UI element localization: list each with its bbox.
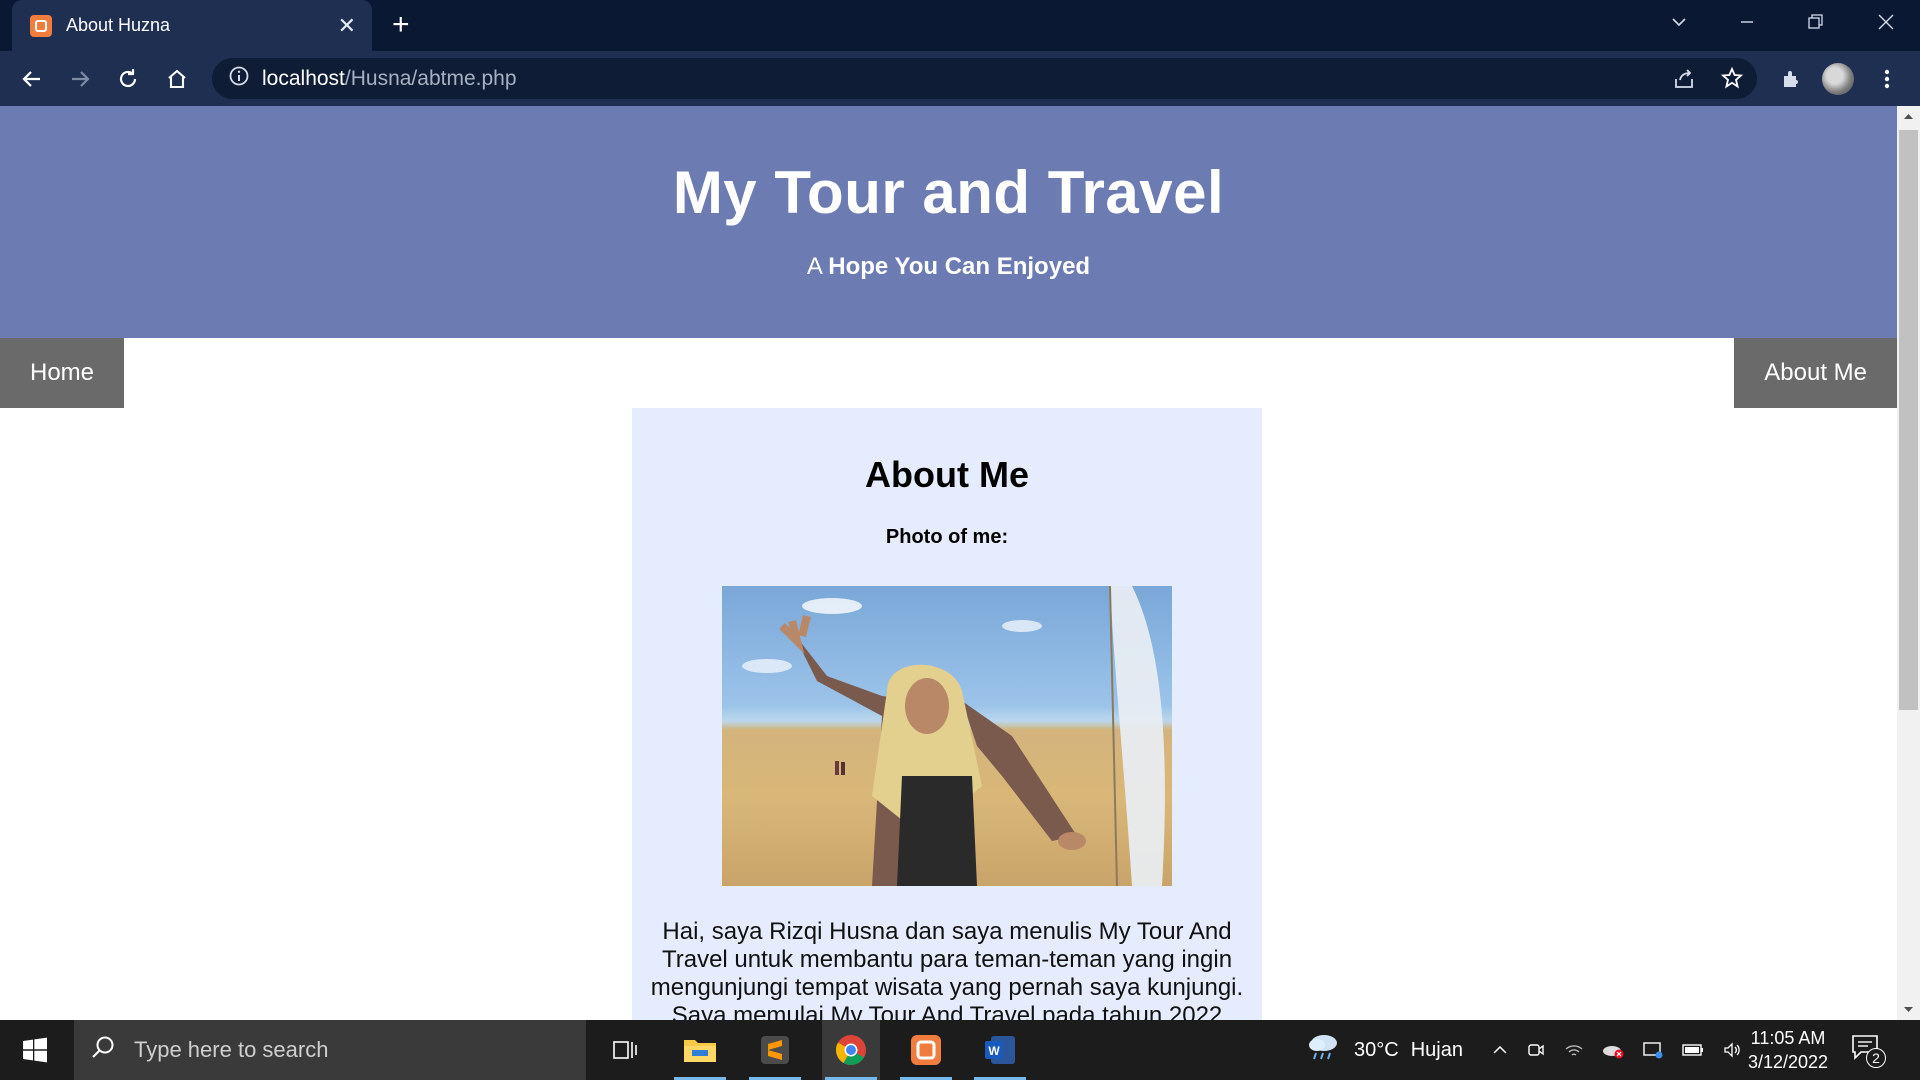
taskbar-search-box[interactable]: Type here to search: [74, 1020, 586, 1080]
url-host: localhost: [262, 66, 345, 90]
site-title: My Tour and Travel: [672, 159, 1225, 226]
profile-photo: [722, 586, 1172, 886]
system-tray: [1492, 1020, 1742, 1080]
url-text: localhost/Husna/abtme.php: [262, 67, 517, 91]
restore-icon[interactable]: [1781, 0, 1849, 44]
clock-date: 3/12/2022: [1747, 1052, 1829, 1072]
clock[interactable]: 11:05 AM 3/12/2022: [1738, 1026, 1838, 1074]
plus-icon[interactable]: +: [392, 8, 410, 42]
weather-widget[interactable]: 30°C Hujan: [1306, 1020, 1463, 1080]
subtitle-bold: Hope You Can Enjoyed: [828, 253, 1091, 280]
site-header: My Tour and Travel A Hope You Can Enjoye…: [0, 106, 1897, 338]
meet-now-icon[interactable]: [1526, 1040, 1546, 1060]
windows-taskbar: Type here to search W 30°C Hujan 11:05 A…: [0, 1020, 1920, 1080]
address-bar[interactable]: localhost/Husna/abtme.php: [212, 58, 1757, 99]
xampp-icon: [30, 14, 52, 37]
scroll-down-icon[interactable]: [1903, 1006, 1914, 1014]
site-nav: Home About Me: [0, 338, 1897, 408]
menu-icon[interactable]: [1867, 59, 1907, 99]
file-explorer-icon[interactable]: [671, 1020, 729, 1080]
display-icon[interactable]: [1642, 1040, 1664, 1060]
notification-icon[interactable]: 2: [1850, 1032, 1890, 1068]
chevron-down-icon[interactable]: [1645, 0, 1713, 44]
about-card: About Me Photo of me: Hai, saya Rizqi Hu…: [632, 408, 1262, 1020]
browser-tab-active[interactable]: About Huzna ✕: [12, 0, 372, 51]
minimize-icon[interactable]: [1713, 0, 1781, 44]
notification-count: 2: [1866, 1048, 1886, 1068]
browser-toolbar: localhost/Husna/abtme.php: [0, 51, 1920, 106]
windows-icon[interactable]: [6, 1020, 64, 1080]
nav-about-link[interactable]: About Me: [1734, 338, 1897, 408]
subtitle-prefix: A: [806, 253, 822, 280]
weather-icon: [1306, 1031, 1342, 1069]
nav-home-link[interactable]: Home: [0, 338, 125, 408]
sublime-text-icon[interactable]: [746, 1020, 804, 1080]
share-icon[interactable]: [1672, 67, 1696, 96]
info-icon[interactable]: [228, 65, 250, 92]
clock-time: 11:05 AM: [1750, 1028, 1826, 1048]
svg-text:W: W: [988, 1044, 1000, 1058]
weather-text: Hujan: [1410, 1038, 1463, 1061]
web-page: My Tour and Travel A Hope You Can Enjoye…: [0, 106, 1897, 1020]
star-icon[interactable]: [1720, 66, 1744, 95]
back-icon[interactable]: [12, 59, 52, 99]
home-icon[interactable]: [157, 59, 197, 99]
onedrive-error-icon[interactable]: [1602, 1040, 1624, 1060]
about-heading: About Me: [865, 454, 1029, 495]
close-window-icon[interactable]: [1852, 0, 1920, 44]
close-icon[interactable]: ✕: [338, 13, 356, 39]
search-icon: [90, 1034, 116, 1066]
tab-title: About Huzna: [66, 15, 171, 35]
reload-icon[interactable]: [108, 59, 148, 99]
task-view-icon[interactable]: [596, 1020, 654, 1080]
about-bio: Hai, saya Rizqi Husna dan saya menulis M…: [650, 918, 1244, 1020]
wifi-icon[interactable]: [1564, 1040, 1584, 1060]
battery-icon[interactable]: [1682, 1043, 1704, 1057]
profile-avatar[interactable]: [1822, 63, 1854, 95]
extensions-icon[interactable]: [1771, 59, 1811, 99]
search-placeholder: Type here to search: [134, 1037, 329, 1062]
scroll-up-icon[interactable]: [1903, 112, 1914, 120]
scroll-thumb[interactable]: [1899, 130, 1918, 710]
browser-tab-strip: About Huzna ✕ +: [0, 0, 1920, 51]
word-icon[interactable]: W: [971, 1020, 1029, 1080]
photo-label: Photo of me:: [885, 526, 1009, 548]
chevron-up-icon[interactable]: [1492, 1042, 1508, 1058]
url-path: /Husna/abtme.php: [344, 66, 517, 90]
forward-icon[interactable]: [60, 59, 100, 99]
xampp-taskbar-icon[interactable]: [897, 1020, 955, 1080]
weather-temp: 30°C: [1354, 1038, 1399, 1061]
chrome-icon[interactable]: [822, 1020, 880, 1080]
site-subtitle: A Hope You Can Enjoyed: [0, 253, 1897, 281]
